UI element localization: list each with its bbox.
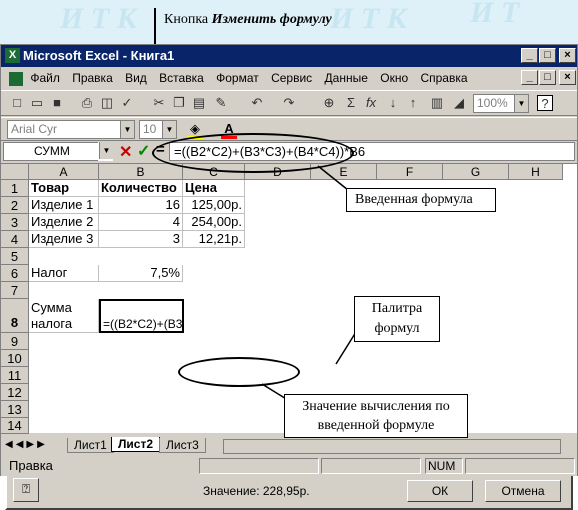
callout-palette-line2: формул: [374, 321, 420, 336]
formula-palette-dialog: ⍰ Значение: 228,95р. ОК Отмена: [5, 472, 573, 510]
callout-formula-palette: Палитра формул: [354, 296, 440, 342]
ok-button[interactable]: ОК: [407, 480, 473, 502]
callout-result-line2: введенной формуле: [317, 418, 435, 433]
callout-entered-formula: Введенная формула: [346, 188, 496, 212]
callout-result-line1: Значение вычисления по: [302, 399, 450, 414]
cancel-button[interactable]: Отмена: [485, 480, 561, 502]
help-button[interactable]: ⍰: [13, 478, 39, 502]
callout-palette-line1: Палитра: [371, 301, 423, 316]
result-value: Значение: 228,95р.: [203, 484, 310, 498]
callout-computed-value: Значение вычисления по введенной формуле: [284, 394, 468, 438]
